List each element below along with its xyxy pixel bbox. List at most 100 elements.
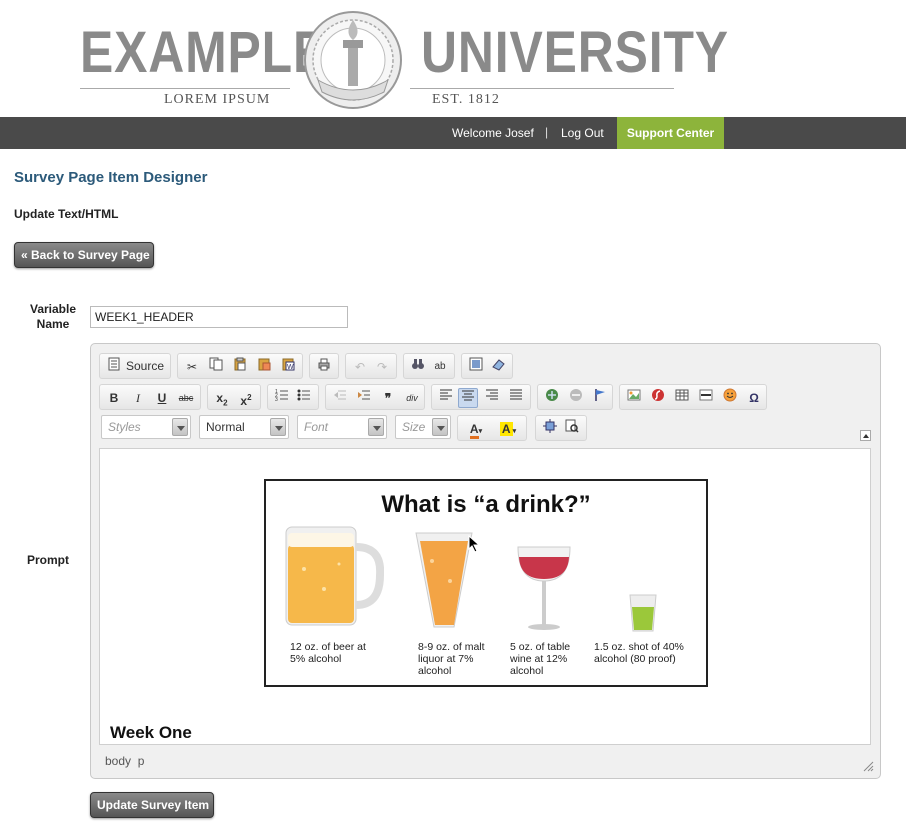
increase-indent-icon[interactable] <box>354 388 374 408</box>
format-dropdown-value: Normal <box>206 420 245 434</box>
toolbar-row-1: Source ✂ W ↶ ↷ ab <box>99 353 869 379</box>
align-right-icon[interactable] <box>482 388 502 408</box>
text-color-icon[interactable]: A▾ <box>462 419 490 439</box>
beer-mug-icon <box>285 526 384 626</box>
bold-icon[interactable]: B <box>104 388 124 408</box>
align-justify-icon[interactable] <box>506 388 526 408</box>
source-button-label[interactable]: Source <box>126 359 164 373</box>
toolbar-group-indent: ❞ div <box>325 384 425 410</box>
logo-rule-left <box>80 88 290 89</box>
chevron-down-icon <box>270 418 286 436</box>
university-logo: EXAMPLE UNIVERSITY LOREM IPSUM EST. 1812 <box>0 0 906 117</box>
toolbar-group-document: Source <box>99 353 171 379</box>
rich-text-editor: Source ✂ W ↶ ↷ ab B I U abc x2 x2 1 2 3 … <box>90 343 881 779</box>
resize-handle-icon[interactable] <box>862 760 874 772</box>
caption-beer: 12 oz. of beer at 5% alcohol <box>290 641 366 665</box>
unlink-icon[interactable] <box>566 388 586 408</box>
link-icon[interactable] <box>542 388 562 408</box>
wine-glass-icon <box>517 546 571 630</box>
numbered-list-icon[interactable]: 123 <box>272 388 292 408</box>
toolbar-group-print <box>309 353 339 379</box>
font-dropdown-value: Font <box>304 420 329 434</box>
redo-icon[interactable]: ↷ <box>372 357 392 377</box>
week-heading: Week One <box>110 723 192 742</box>
copy-icon[interactable] <box>206 357 226 377</box>
toolbar-collapse-icon[interactable] <box>860 430 871 441</box>
cut-icon[interactable]: ✂ <box>182 357 202 377</box>
replace-icon[interactable]: ab <box>430 357 450 377</box>
page-subtitle: Update Text/HTML <box>14 207 119 221</box>
blockquote-icon[interactable]: ❞ <box>378 388 398 408</box>
remove-format-icon[interactable] <box>488 357 508 377</box>
toolbar-group-lists: 123 <box>267 384 319 410</box>
show-blocks-icon[interactable] <box>562 419 582 439</box>
prompt-label: Prompt <box>27 553 69 567</box>
smiley-icon[interactable] <box>720 388 740 408</box>
torch-seal-icon <box>304 11 402 109</box>
styles-dropdown[interactable]: Styles <box>101 415 191 439</box>
select-all-icon[interactable] <box>466 357 486 377</box>
paste-text-icon[interactable] <box>254 357 274 377</box>
align-left-icon[interactable] <box>436 388 456 408</box>
editor-content-area[interactable]: What is “a drink?” 12 oz. of beer at 5% … <box>99 448 871 745</box>
toolbar-group-align <box>431 384 531 410</box>
horizontal-line-icon[interactable] <box>696 388 716 408</box>
back-to-survey-page-button[interactable]: « Back to Survey Page <box>14 242 154 268</box>
paste-icon[interactable] <box>230 357 250 377</box>
variable-name-input[interactable] <box>90 306 348 328</box>
shot-glass-icon <box>629 594 657 632</box>
styles-dropdown-value: Styles <box>108 420 141 434</box>
subscript-icon[interactable]: x2 <box>212 388 232 408</box>
svg-text:3: 3 <box>275 397 278 402</box>
caption-shot: 1.5 oz. shot of 40% alcohol (80 proof) <box>594 641 684 665</box>
italic-icon[interactable]: I <box>128 388 148 408</box>
toolbar-group-basic-styles: B I U abc <box>99 384 201 410</box>
caption-malt-liquor: 8-9 oz. of malt liquor at 7% alcohol <box>418 641 485 677</box>
image-icon[interactable] <box>624 388 644 408</box>
source-icon[interactable] <box>104 357 124 377</box>
table-icon[interactable] <box>672 388 692 408</box>
special-char-icon[interactable]: Ω <box>744 388 764 408</box>
logout-link[interactable]: Log Out <box>561 126 604 140</box>
toolbar-group-find: ab <box>403 353 455 379</box>
bulleted-list-icon[interactable] <box>294 388 314 408</box>
underline-icon[interactable]: U <box>152 388 172 408</box>
anchor-flag-icon[interactable] <box>590 388 610 408</box>
create-div-icon[interactable]: div <box>402 388 422 408</box>
strikethrough-icon[interactable]: abc <box>176 388 196 408</box>
chevron-down-icon <box>432 418 448 436</box>
update-survey-item-button[interactable]: Update Survey Item <box>90 792 214 818</box>
toolbar-row-3: Styles Normal Font Size A▾ A ▾ <box>99 415 869 441</box>
support-center-button[interactable]: Support Center <box>617 117 724 149</box>
element-path-bar[interactable]: body p <box>105 754 144 768</box>
maximize-icon[interactable] <box>540 419 560 439</box>
toolbar-group-history: ↶ ↷ <box>345 353 397 379</box>
logo-subtitle-right: EST. 1812 <box>432 92 500 107</box>
undo-icon[interactable]: ↶ <box>350 357 370 377</box>
decrease-indent-icon[interactable] <box>330 388 350 408</box>
page-title: Survey Page Item Designer <box>14 169 208 186</box>
chevron-down-icon <box>368 418 384 436</box>
print-icon[interactable] <box>314 357 334 377</box>
size-dropdown[interactable]: Size <box>395 415 451 439</box>
caption-wine: 5 oz. of table wine at 12% alcohol <box>510 641 571 677</box>
logo-word-left: EXAMPLE <box>80 20 328 85</box>
toolbar-group-scripts: x2 x2 <box>207 384 261 410</box>
logo-rule-right <box>410 88 674 89</box>
format-dropdown[interactable]: Normal <box>199 415 289 439</box>
size-dropdown-value: Size <box>402 420 426 434</box>
find-icon[interactable] <box>408 357 428 377</box>
align-center-icon[interactable] <box>458 388 478 408</box>
background-color-icon[interactable]: A ▾ <box>494 419 522 439</box>
toolbar-group-links <box>537 384 613 410</box>
image-title: What is “a drink?” <box>381 491 591 518</box>
top-navigation-bar: Welcome Josef | Log Out Support Center <box>0 117 906 149</box>
paste-word-icon[interactable]: W <box>278 357 298 377</box>
welcome-text: Welcome Josef <box>452 126 534 140</box>
variable-name-label: Variable Name <box>29 302 77 331</box>
flash-icon[interactable] <box>648 388 668 408</box>
toolbar-row-2: B I U abc x2 x2 123 ❞ div Ω <box>99 384 869 410</box>
mouse-cursor-icon <box>468 535 481 553</box>
superscript-icon[interactable]: x2 <box>236 388 256 408</box>
font-dropdown[interactable]: Font <box>297 415 387 439</box>
